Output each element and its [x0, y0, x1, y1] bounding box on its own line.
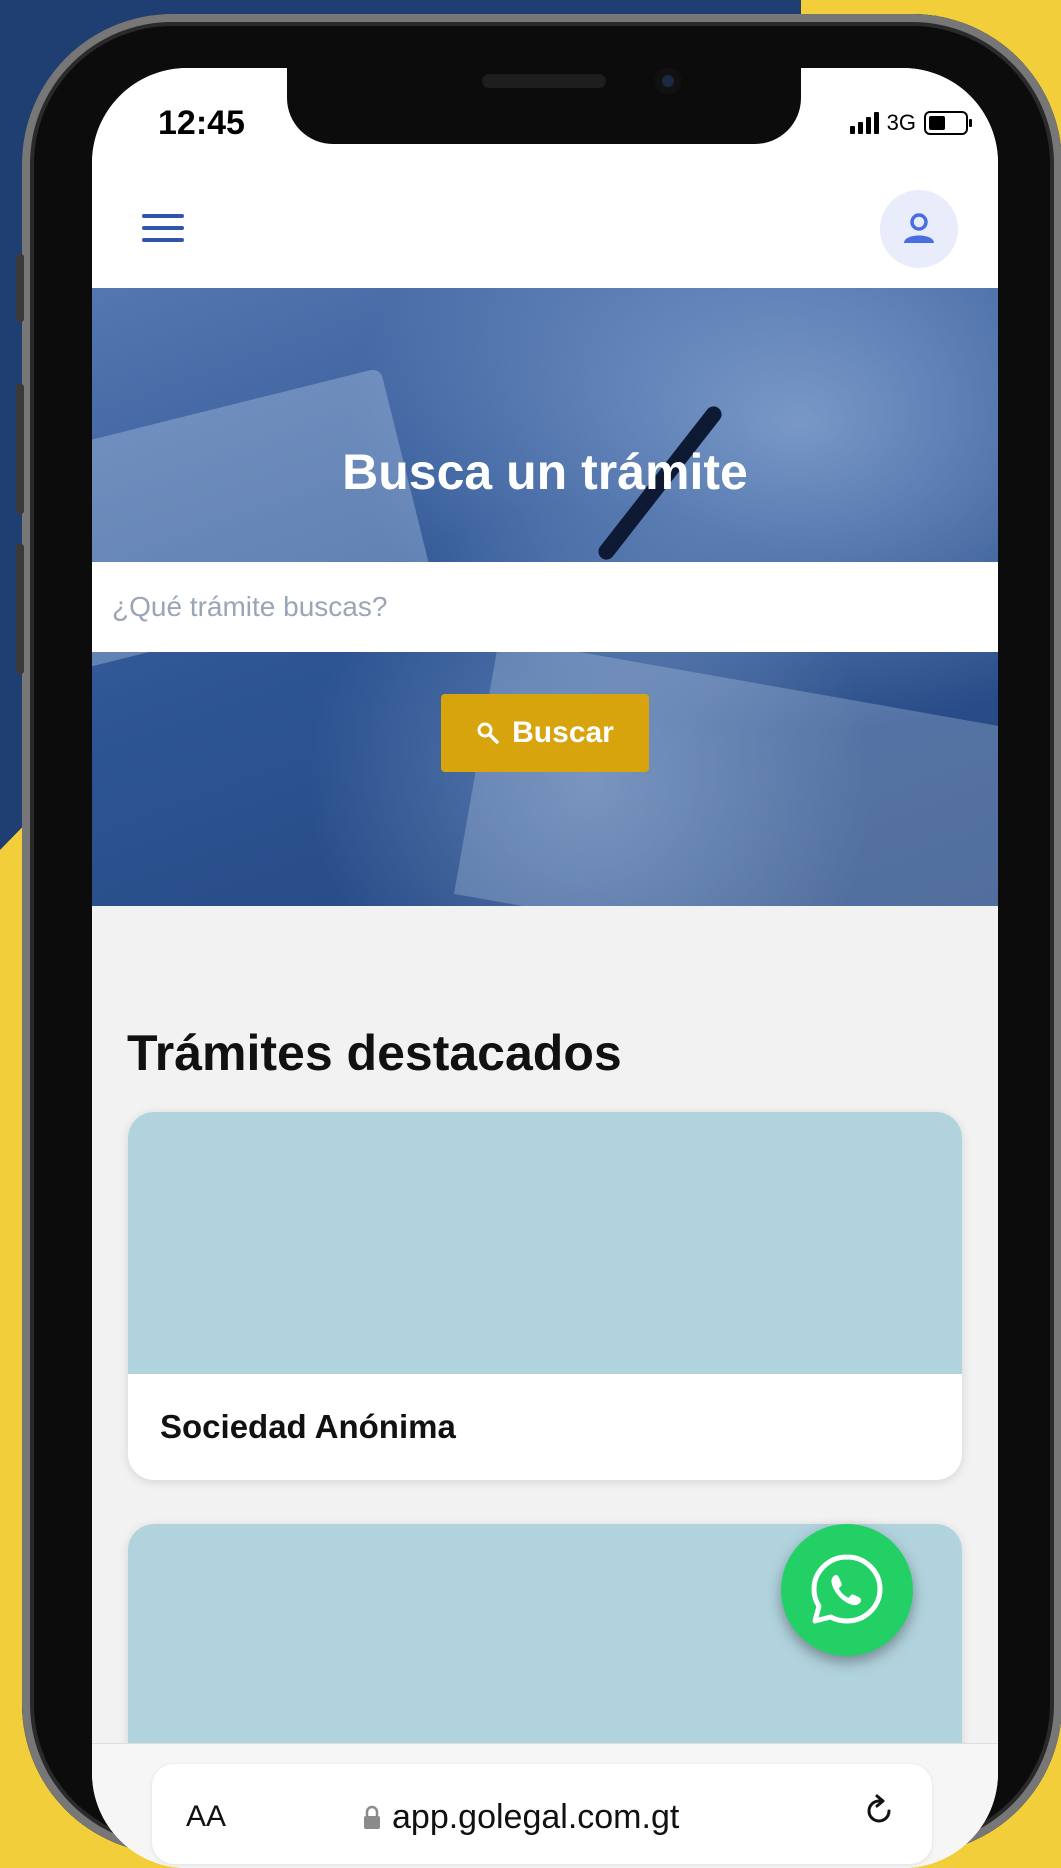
- network-type: 3G: [886, 110, 916, 135]
- speaker: [482, 74, 606, 88]
- hero-title: Busca un trámite: [342, 444, 748, 500]
- lock-icon: [364, 1805, 380, 1829]
- status-indicators: 3G: [849, 110, 972, 136]
- card-image: [128, 1112, 962, 1374]
- hero-banner: Busca un trámite Buscar: [92, 288, 998, 906]
- url-text: app.golegal.com.gt: [392, 1798, 680, 1836]
- card-title: Sociedad Anónima: [160, 1408, 456, 1445]
- text-size-button[interactable]: AA: [186, 1800, 226, 1834]
- search-button[interactable]: Buscar: [441, 694, 649, 772]
- user-icon: [904, 213, 934, 243]
- reload-icon[interactable]: [862, 1794, 896, 1828]
- procedure-card[interactable]: Sociedad Anónima: [128, 1112, 962, 1480]
- address-bar[interactable]: AA app.golegal.com.gt: [152, 1764, 932, 1864]
- phone-volume-up: [16, 384, 24, 514]
- phone-mute-switch: [16, 254, 24, 322]
- whatsapp-icon: [811, 1554, 883, 1624]
- phone-screen: 12:45 3G Busca un trámite ¿Qué trámite b…: [92, 68, 998, 1868]
- search-icon: [477, 722, 499, 744]
- search-button-label: Buscar: [512, 716, 614, 749]
- profile-button[interactable]: [880, 190, 958, 268]
- battery-icon: [924, 111, 972, 135]
- browser-bar: AA app.golegal.com.gt: [92, 1743, 998, 1868]
- battery-level: [929, 116, 945, 130]
- app-bar: [92, 156, 998, 288]
- hamburger-icon[interactable]: [142, 214, 184, 244]
- front-camera: [655, 68, 681, 94]
- search-input[interactable]: [92, 562, 998, 652]
- status-time: 12:45: [158, 104, 245, 142]
- notch: [287, 68, 801, 144]
- signal-icon: [849, 112, 879, 134]
- section-title: Trámites destacados: [127, 1025, 622, 1081]
- whatsapp-button[interactable]: [781, 1524, 913, 1656]
- phone-volume-down: [16, 544, 24, 674]
- address-url[interactable]: app.golegal.com.gt: [362, 1798, 679, 1837]
